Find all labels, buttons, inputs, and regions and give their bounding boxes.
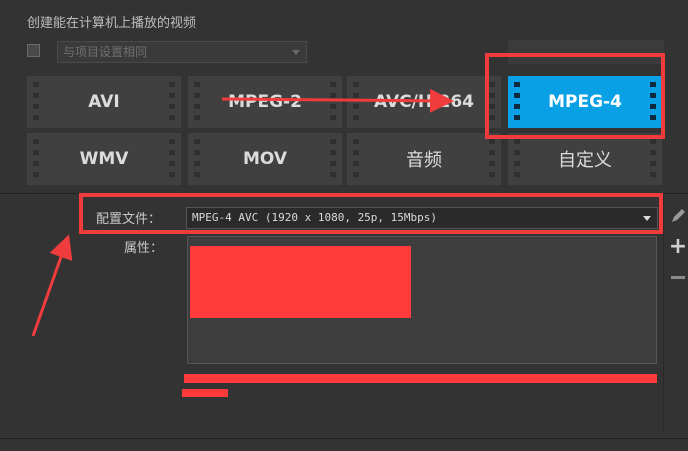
- annotation-arrows: [31, 88, 454, 337]
- arrow-to-profile: [31, 234, 73, 337]
- arrow-to-mpeg4: [221, 88, 454, 113]
